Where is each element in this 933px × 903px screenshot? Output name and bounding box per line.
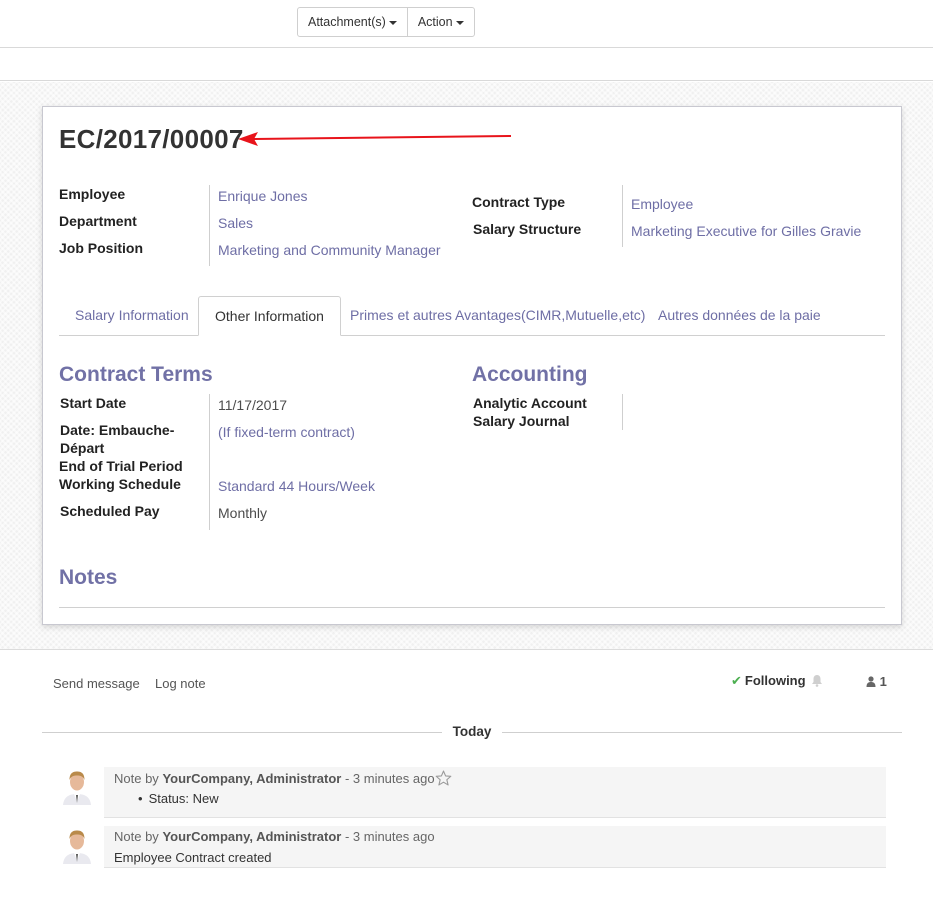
tracking-value: Status: New (148, 791, 219, 806)
notes-heading: Notes (59, 566, 118, 589)
check-icon: ✔ (731, 673, 742, 688)
attachments-dropdown-button[interactable]: Attachment(s) (298, 8, 407, 36)
statusbar-area (0, 48, 933, 81)
date-separator-line (42, 732, 442, 733)
notes-field[interactable] (59, 607, 885, 608)
avatar[interactable] (61, 769, 93, 805)
date-separator-line (502, 732, 902, 733)
message-type: Note by (114, 771, 159, 786)
field-separator (209, 185, 210, 266)
employee-field[interactable]: Enrique Jones (218, 188, 308, 204)
salary-structure-label: Salary Structure (473, 221, 582, 237)
contract-type-label: Contract Type (472, 194, 566, 210)
message-body: Employee Contract created (114, 850, 272, 865)
working-schedule-field[interactable]: Standard 44 Hours/Week (218, 478, 375, 494)
job-position-field[interactable]: Marketing and Community Manager (218, 242, 441, 258)
message-author[interactable]: YourCompany, Administrator (162, 771, 341, 786)
action-label: Action (417, 15, 453, 29)
message-header: Note by YourCompany, Administrator - 3 m… (114, 771, 435, 786)
field-separator (622, 394, 623, 430)
bell-icon[interactable] (811, 674, 823, 687)
employee-label: Employee (59, 186, 126, 202)
caret-down-icon (388, 20, 397, 25)
action-dropdown-button[interactable]: Action (406, 8, 474, 36)
contract-terms-heading: Contract Terms (59, 363, 213, 386)
star-icon[interactable] (435, 770, 452, 786)
tab-primes-avantages[interactable]: Primes et autres Avantages(CIMR,Mutuelle… (334, 296, 661, 336)
job-position-label: Job Position (59, 240, 143, 256)
salary-structure-field[interactable]: Marketing Executive for Gilles Gravie (631, 223, 861, 239)
field-separator (622, 185, 623, 247)
bullet: • (138, 791, 143, 806)
message-time: - 3 minutes ago (344, 829, 435, 844)
accounting-heading: Accounting (472, 363, 588, 386)
message-author[interactable]: YourCompany, Administrator (162, 829, 341, 844)
send-message-button[interactable]: Send message (53, 676, 140, 691)
field-separator (209, 394, 210, 530)
start-date-label: Start Date (60, 395, 127, 411)
tab-autres-donnees-paie[interactable]: Autres données de la paie (642, 296, 837, 336)
analytic-account-label: Analytic Account (473, 395, 587, 411)
message-item: Note by YourCompany, Administrator - 3 m… (104, 826, 886, 868)
contract-type-field[interactable]: Employee (631, 196, 693, 212)
start-date-field[interactable]: 11/17/2017 (218, 397, 287, 413)
date-separator: Today (452, 724, 492, 739)
message-time: - 3 minutes ago (344, 771, 435, 786)
sidebar-button-group: Attachment(s) Action (297, 7, 475, 37)
department-field[interactable]: Sales (218, 215, 253, 231)
message-item: Note by YourCompany, Administrator - 3 m… (104, 767, 886, 818)
message-type: Note by (114, 829, 159, 844)
tab-other-information[interactable]: Other Information (198, 296, 341, 336)
end-date-label: Date: Embauche- (60, 422, 175, 438)
tab-salary-information[interactable]: Salary Information (59, 296, 205, 336)
user-icon (866, 676, 876, 687)
following-label: Following (744, 673, 806, 688)
avatar[interactable] (61, 828, 93, 864)
salary-journal-label: Salary Journal (473, 413, 570, 429)
contract-reference-title: EC/2017/00007 (59, 124, 244, 154)
annotation-arrow (238, 132, 512, 146)
caret-down-icon (455, 20, 464, 25)
followers-count: 1 (879, 674, 887, 689)
followers-button[interactable]: 1 (866, 674, 887, 689)
trial-period-label: End of Trial Period (59, 458, 183, 474)
working-schedule-label: Working Schedule (59, 476, 181, 492)
attachments-label: Attachment(s) (308, 15, 386, 29)
tracking-value-item: • Status: New (138, 791, 219, 806)
log-note-button[interactable]: Log note (155, 676, 206, 691)
end-date-field[interactable]: (If fixed-term contract) (218, 424, 355, 440)
message-header: Note by YourCompany, Administrator - 3 m… (114, 829, 435, 844)
scheduled-pay-field[interactable]: Monthly (218, 505, 267, 521)
scheduled-pay-label: Scheduled Pay (60, 503, 160, 519)
end-date-label-cont: Départ (60, 440, 105, 456)
following-button[interactable]: ✔ Following (731, 673, 806, 689)
department-label: Department (59, 213, 137, 229)
